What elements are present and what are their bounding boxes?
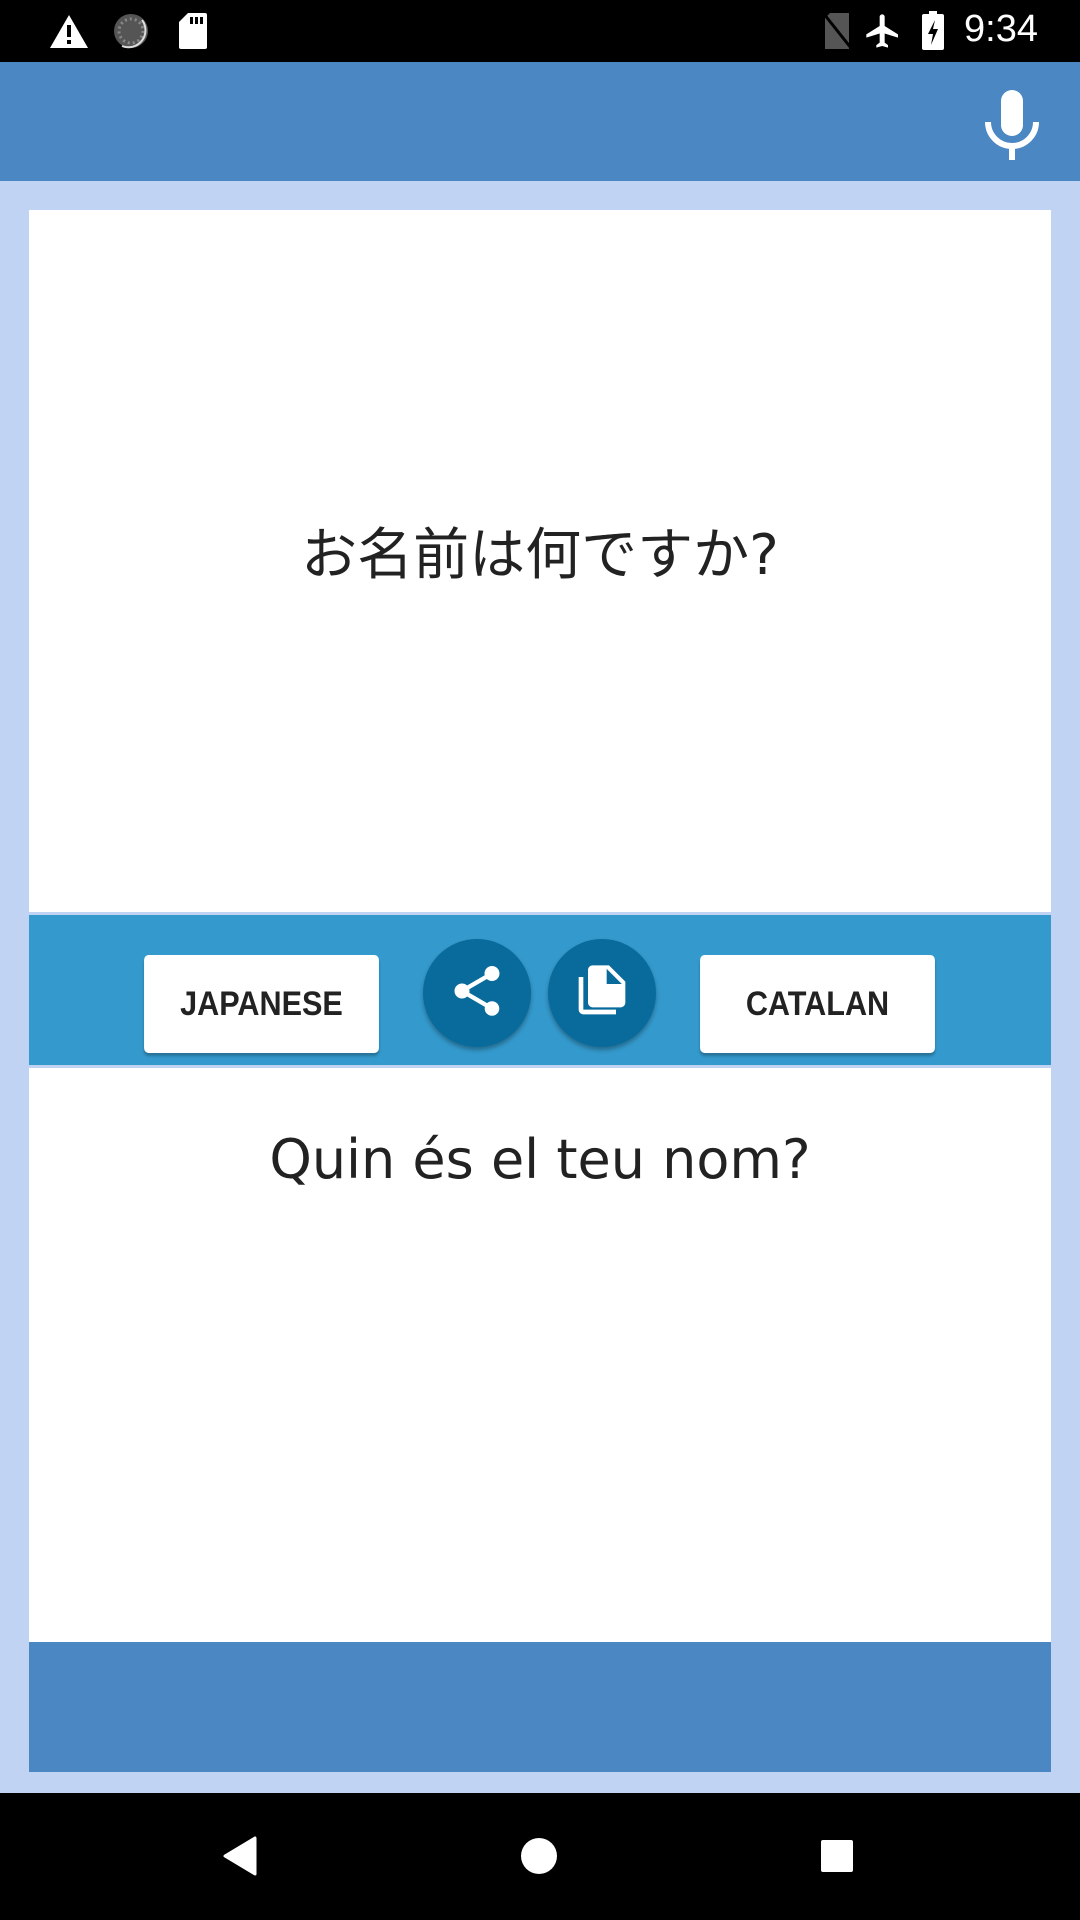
recents-button[interactable]	[812, 1833, 862, 1883]
clock: 9:34	[964, 8, 1038, 50]
sd-card-icon	[176, 12, 210, 50]
copy-icon	[574, 963, 630, 1024]
share-icon	[447, 961, 507, 1026]
status-bar: 9:34	[0, 0, 1080, 62]
warning-icon	[48, 12, 90, 50]
battery-charging-icon	[918, 11, 948, 50]
source-language-button[interactable]: JAPANESE	[144, 955, 379, 1053]
home-icon	[519, 1836, 559, 1881]
sync-icon	[110, 12, 152, 50]
navigation-bar	[0, 1793, 1080, 1920]
target-language-button[interactable]: CATALAN	[700, 955, 935, 1053]
translated-text: Quin és el teu nom?	[269, 1128, 811, 1191]
copy-button[interactable]	[548, 939, 656, 1047]
language-toolbar: JAPANESE CATALAN	[29, 912, 1051, 1068]
microphone-icon[interactable]	[980, 90, 1044, 160]
source-text[interactable]: お名前は何ですか?	[29, 510, 1051, 591]
recents-icon	[819, 1838, 855, 1879]
airplane-mode-icon	[862, 12, 904, 50]
no-sim-icon	[820, 12, 854, 50]
translation-card: お名前は何ですか? JAPANESE CATALAN Quin és el te…	[29, 210, 1051, 1772]
home-button[interactable]	[514, 1833, 564, 1883]
back-icon	[223, 1836, 257, 1881]
ad-banner[interactable]	[29, 1642, 1051, 1772]
back-button[interactable]	[215, 1833, 265, 1883]
share-button[interactable]	[423, 939, 531, 1047]
app-bar	[0, 62, 1080, 181]
